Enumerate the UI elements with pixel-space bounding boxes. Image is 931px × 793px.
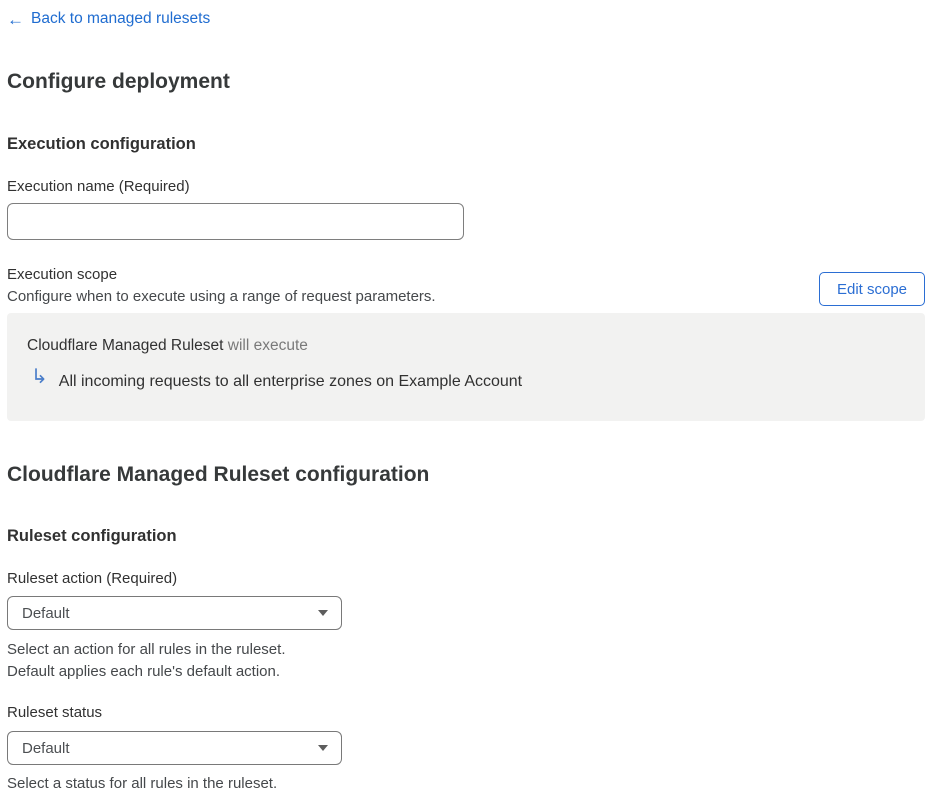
back-to-managed-rulesets-link[interactable]: ← Back to managed rulesets	[7, 10, 210, 28]
back-link-label: Back to managed rulesets	[31, 10, 211, 27]
scope-will-execute-text: will execute	[227, 337, 308, 354]
execution-scope-block: Execution scope Configure when to execut…	[7, 264, 436, 308]
edit-scope-button[interactable]: Edit scope	[819, 272, 925, 306]
ruleset-action-help-line1: Select an action for all rules in the ru…	[7, 641, 286, 658]
ruleset-configuration-title: Cloudflare Managed Ruleset configuration	[7, 463, 430, 486]
execution-configuration-heading: Execution configuration	[7, 135, 196, 153]
configure-deployment-page: ← Back to managed rulesets Configure dep…	[0, 0, 931, 793]
ruleset-action-help-line2: Default applies each rule's default acti…	[7, 663, 281, 680]
ruleset-configuration-subheading: Ruleset configuration	[7, 527, 177, 545]
scope-summary-line1: Cloudflare Managed Ruleset will execute	[27, 337, 308, 355]
ruleset-status-selected-value: Default	[22, 739, 70, 757]
ruleset-action-select[interactable]: Default	[7, 596, 342, 630]
page-title: Configure deployment	[7, 70, 230, 93]
chevron-down-icon	[318, 610, 328, 616]
scope-summary-line2: ↳ All incoming requests to all enterpris…	[31, 365, 522, 394]
ruleset-status-help-line1: Select a status for all rules in the rul…	[7, 775, 278, 792]
ruleset-status-label: Ruleset status	[7, 704, 103, 721]
execution-name-label: Execution name (Required)	[7, 178, 190, 195]
ruleset-action-selected-value: Default	[22, 604, 70, 622]
ruleset-action-label: Ruleset action (Required)	[7, 570, 178, 587]
back-arrow-icon: ←	[7, 9, 24, 29]
scope-ruleset-name: Cloudflare Managed Ruleset	[27, 337, 224, 354]
hook-arrow-icon: ↳	[31, 366, 48, 388]
scope-summary-box: Cloudflare Managed Ruleset will execute …	[7, 313, 925, 421]
execution-scope-description: Configure when to execute using a range …	[7, 288, 436, 305]
execution-scope-label: Execution scope	[7, 266, 118, 283]
chevron-down-icon	[318, 745, 328, 751]
scope-summary-text: All incoming requests to all enterprise …	[58, 373, 523, 390]
ruleset-status-select[interactable]: Default	[7, 731, 342, 765]
execution-name-input[interactable]	[7, 203, 464, 240]
